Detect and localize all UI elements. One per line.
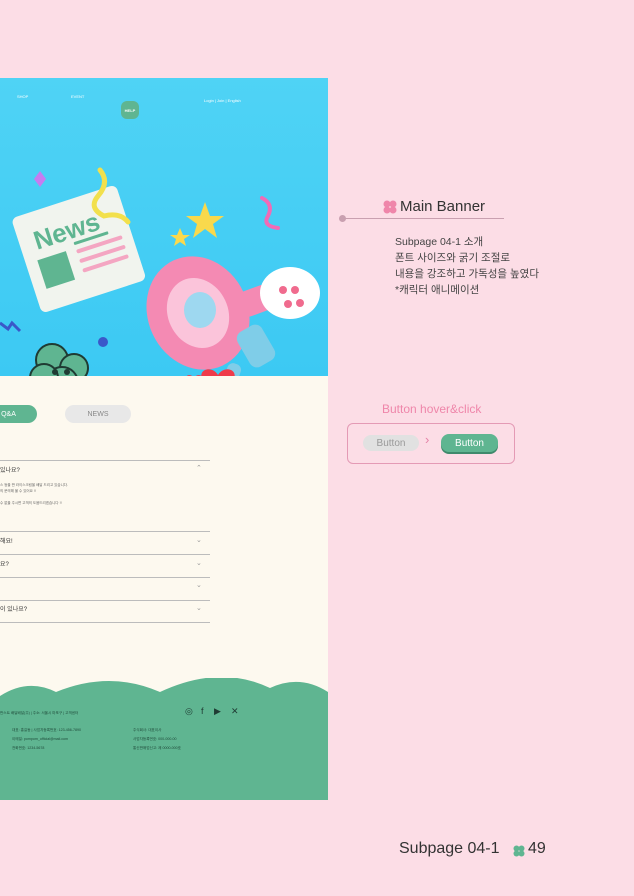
chevron-down-icon[interactable]: ⌄ (196, 604, 202, 612)
annotation-desc: *캐릭터 애니메이션 (395, 284, 480, 296)
faq-question-5[interactable]: 이 있나요? (0, 604, 27, 613)
clover-character (29, 343, 89, 376)
button-demo-title: Button hover&click (382, 402, 482, 416)
x-icon[interactable]: ✕ (231, 706, 239, 717)
page-number: 49 (528, 840, 546, 857)
chevron-down-icon[interactable]: ⌄ (196, 536, 202, 544)
chevron-down-icon[interactable]: ⌄ (196, 581, 202, 589)
instagram-icon[interactable]: ◎ (185, 706, 193, 717)
clover-icon (383, 200, 397, 214)
faq-divider (0, 600, 210, 601)
page-label: Subpage 04-1 (399, 840, 500, 857)
footer-right: 주식회사: 대표이사 (133, 728, 162, 732)
login-links[interactable]: Login | Join | English (204, 98, 241, 103)
footer-phone: 전화번호: 1234-5678 (12, 746, 45, 750)
annotation-desc: 폰트 사이즈와 굵기 조절로 (395, 252, 511, 264)
faq-question-2[interactable]: 해요! (0, 536, 13, 545)
faq-divider (0, 554, 210, 555)
nav-event[interactable]: EVENT (71, 94, 84, 99)
faq-question-3[interactable]: 요? (0, 559, 9, 568)
footer-right: 통신판매업신고: 제 0000-000호 (133, 746, 181, 750)
faq-answer: 스 등을 판 라이스크림을 배달 드리고 있습니다. 의 문의해 볼 수 있어요… (0, 483, 68, 505)
nav-shop[interactable]: SHOP (17, 94, 28, 99)
faq-question-1[interactable]: 있나요? (0, 465, 20, 474)
faq-divider (0, 622, 210, 623)
faq-divider (0, 460, 210, 461)
footer-line: 대표: 홍길동 | 사업자등록번호: 123-456-7890 (12, 728, 81, 732)
tab-news[interactable]: NEWS (65, 405, 131, 423)
annotation-line (343, 218, 504, 219)
button-hover[interactable]: Button (441, 434, 498, 452)
button-default[interactable]: Button (363, 435, 419, 451)
footer-address: 판스트 배달배달(주) | 주소: 서울시 마포구 | 고객센터 (0, 711, 79, 715)
clover-icon (513, 845, 525, 857)
chevron-down-icon[interactable]: ⌄ (196, 559, 202, 567)
youtube-icon[interactable]: ▶ (214, 706, 221, 717)
tab-qa[interactable]: Q&A (0, 405, 37, 423)
annotation-title: Main Banner (400, 198, 486, 215)
website-mockup: News SHOP EVENT HELP Login | Join | Engl… (0, 78, 328, 800)
faq-divider (0, 531, 210, 532)
faq-divider (0, 577, 210, 578)
footer-email: 이메일: pompom_official@mail.com (12, 737, 69, 741)
main-banner: News SHOP EVENT HELP Login | Join | Engl… (0, 78, 328, 376)
footer-right: 사업자등록번호: 000-000-00 (133, 737, 177, 741)
nav-help-logo[interactable]: HELP (121, 101, 139, 119)
chevron-up-icon[interactable]: ⌃ (196, 464, 202, 472)
annotation-desc: 내용을 강조하고 가독성을 높였다 (395, 268, 539, 280)
annotation-desc: Subpage 04-1 소개 (395, 236, 484, 248)
top-nav: SHOP EVENT HELP Login | Join | English (0, 92, 328, 119)
facebook-icon[interactable]: f (201, 706, 204, 716)
arrow-icon: › (425, 432, 430, 447)
banner-illustration: News (0, 167, 320, 376)
